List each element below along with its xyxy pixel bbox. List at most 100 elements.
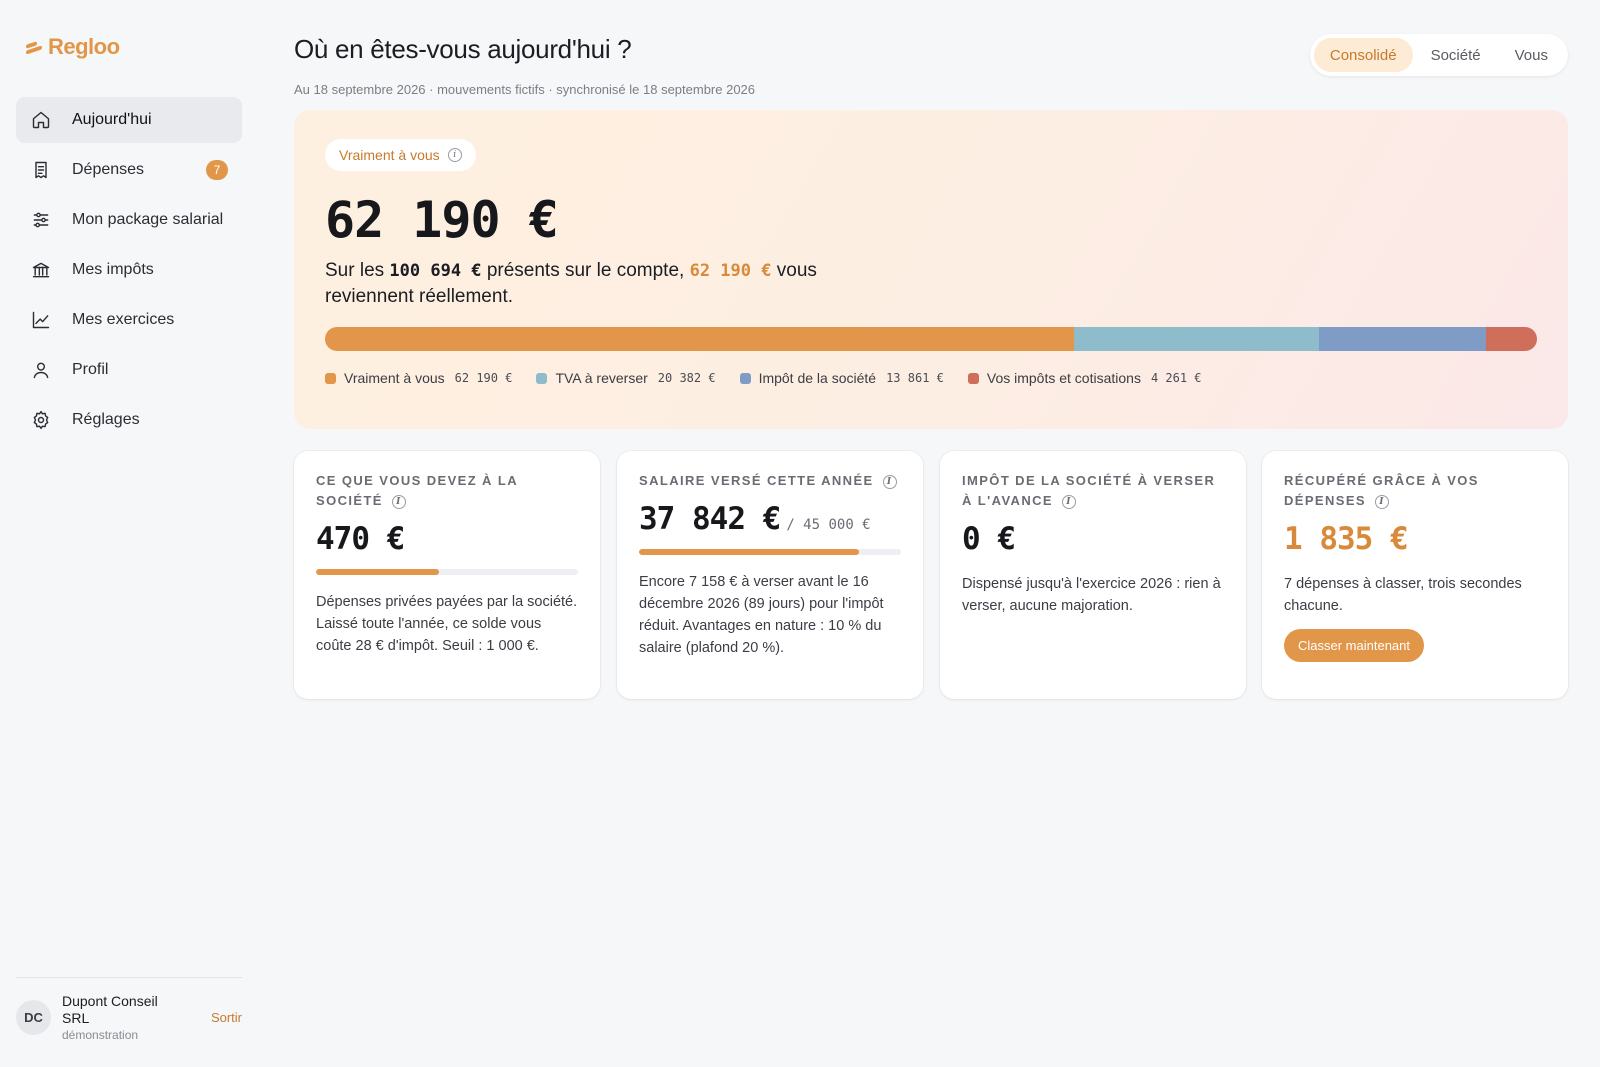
info-icon[interactable]: i (882, 474, 897, 489)
sidebar-item-expenses[interactable]: Dépenses 7 (16, 147, 242, 193)
info-icon[interactable]: i (391, 494, 406, 509)
avatar[interactable]: DC (16, 999, 51, 1035)
legend-label: TVA à reverser (555, 370, 648, 386)
hero-text-prefix: Sur les (325, 260, 390, 281)
sidebar-item-profile[interactable]: Profil (16, 347, 242, 393)
segment-consolidated[interactable]: Consolidé (1313, 38, 1413, 72)
salary-progress-bar (639, 549, 901, 555)
chart-line-icon (30, 309, 52, 331)
sidebar-item-label: Profil (72, 361, 109, 378)
sidebar-item-taxes[interactable]: Mes impôts (16, 247, 242, 293)
card-description: Encore 7 158 € à verser avant le 16 déce… (639, 574, 884, 656)
card-label: Salaire versé cette année i (639, 471, 901, 491)
info-icon[interactable]: i (1375, 494, 1390, 509)
logout-button[interactable]: Sortir (211, 1010, 242, 1025)
sidebar-item-label: Aujourd'hui (72, 111, 152, 128)
sidebar-item-salary-package[interactable]: Mon package salarial (16, 197, 242, 243)
legend-value: 62 190 € (454, 371, 513, 385)
card-recovered-expenses: Récupéré grâce à vos dépenses i 1 835 € … (1262, 451, 1568, 699)
card-label-text: Ce que vous devez à la société (316, 473, 518, 508)
logo-mark-icon (26, 40, 42, 55)
app-logo[interactable]: Regloo (26, 34, 120, 60)
card-label-text: Impôt de la société à verser à l'avance (962, 473, 1216, 508)
card-description: 7 dépenses à classer, trois secondes cha… (1284, 576, 1522, 614)
card-description: Dispensé jusqu'à l'exercice 2026 : rien … (962, 576, 1221, 614)
classify-now-button[interactable]: Classer maintenant (1284, 629, 1424, 662)
hero-text-middle: présents sur le compte, (481, 260, 690, 281)
salary-target: / 45 000 € (786, 517, 871, 533)
sliders-icon (30, 209, 52, 231)
sidebar-item-label: Réglages (72, 411, 140, 428)
bank-icon (30, 259, 52, 281)
hero-tag[interactable]: Vraiment à vous i (325, 139, 476, 171)
sidebar: Regloo Aujourd'hui Dépenses 7 Mon packag… (0, 0, 258, 1067)
home-icon (30, 109, 52, 131)
progress-fill (639, 549, 860, 555)
sidebar-item-label: Dépenses (72, 161, 145, 178)
card-description: Dépenses privées payées par la société. … (316, 594, 578, 654)
hero-summary-card: Vraiment à vous i 62 190 € Sur les 100 6… (294, 110, 1568, 429)
legend-value: 13 861 € (886, 371, 944, 385)
card-value: 0 € (962, 521, 1016, 557)
card-corporate-tax-advance: Impôt de la société à verser à l'avance … (940, 451, 1246, 699)
hero-amount: 62 190 € (325, 191, 559, 249)
hero-highlight-amount: 62 190 € (689, 261, 772, 281)
sidebar-item-settings[interactable]: Réglages (16, 397, 242, 443)
sidebar-nav: Aujourd'hui Dépenses 7 Mon package salar… (16, 97, 242, 447)
legend-value: 4 261 € (1150, 371, 1202, 385)
card-label-text: Salaire versé cette année (639, 473, 874, 488)
hero-tag-label: Vraiment à vous (339, 147, 440, 163)
card-value: 1 835 € (1284, 521, 1409, 557)
scope-segmented-control: Consolidé Société Vous (1309, 34, 1568, 76)
breakdown-segment-vat (1073, 327, 1319, 351)
gear-icon (30, 409, 52, 431)
user-name: Dupont Conseil SRL (62, 992, 158, 1026)
segment-company[interactable]: Société (1415, 38, 1497, 72)
card-value: 470 € (316, 521, 405, 557)
card-owed-to-company: Ce que vous devez à la société i 470 € D… (294, 451, 600, 699)
user-info: Dupont Conseil SRL démonstration (62, 993, 211, 1042)
breakdown-segment-corporate-tax (1318, 327, 1486, 351)
legend-swatch (536, 372, 548, 384)
legend-label: Vraiment à vous (344, 370, 445, 386)
sidebar-item-fiscal-years[interactable]: Mes exercices (16, 297, 242, 343)
user-icon (30, 359, 52, 381)
breakdown-legend: Vraiment à vous 62 190 € TVA à reverser … (325, 370, 1202, 386)
breakdown-stacked-bar (325, 327, 1537, 351)
legend-item-corporate-tax: Impôt de la société 13 861 € (739, 370, 944, 386)
legend-item-yours: Vraiment à vous 62 190 € (325, 370, 512, 386)
card-value: 37 842 € / 45 000 € (639, 501, 901, 537)
salary-amount: 37 842 € (639, 501, 781, 537)
legend-item-vat: TVA à reverser 20 382 € (536, 370, 716, 386)
card-salary-paid: Salaire versé cette année i 37 842 € / 45… (617, 451, 923, 699)
sidebar-divider (16, 977, 242, 978)
info-icon[interactable]: i (447, 148, 462, 162)
card-label: Impôt de la société à verser à l'avance … (962, 471, 1224, 511)
legend-label: Vos impôts et cotisations (986, 370, 1141, 386)
card-label: Récupéré grâce à vos dépenses i (1284, 471, 1546, 511)
user-panel: DC Dupont Conseil SRL démonstration Sort… (16, 992, 242, 1042)
legend-swatch (325, 372, 336, 384)
sidebar-item-today[interactable]: Aujourd'hui (16, 97, 242, 143)
sidebar-item-label: Mes impôts (72, 261, 154, 278)
segment-you[interactable]: Vous (1499, 38, 1564, 72)
page-subtitle: Au 18 septembre 2026 · mouvements fictif… (294, 82, 756, 97)
info-icon[interactable]: i (1062, 494, 1077, 509)
expenses-count-badge: 7 (206, 160, 228, 180)
hero-description: Sur les 100 694 € présents sur le compte… (325, 258, 885, 310)
hero-total-amount: 100 694 € (389, 261, 482, 281)
app-name: Regloo (48, 34, 120, 59)
sidebar-item-label: Mes exercices (72, 311, 175, 328)
progress-fill (316, 569, 440, 575)
legend-swatch (967, 372, 979, 384)
card-label: Ce que vous devez à la société i (316, 471, 578, 511)
receipt-icon (30, 159, 52, 181)
breakdown-segment-yours (325, 327, 1074, 351)
legend-swatch (739, 372, 751, 384)
page-title: Où en êtes-vous aujourd'hui ? (294, 34, 632, 64)
sidebar-item-label: Mon package salarial (72, 211, 224, 228)
legend-value: 20 382 € (657, 371, 716, 385)
breakdown-segment-personal-tax (1485, 327, 1537, 351)
user-role: démonstration (62, 1027, 139, 1042)
legend-item-personal-tax: Vos impôts et cotisations 4 261 € (967, 370, 1202, 386)
